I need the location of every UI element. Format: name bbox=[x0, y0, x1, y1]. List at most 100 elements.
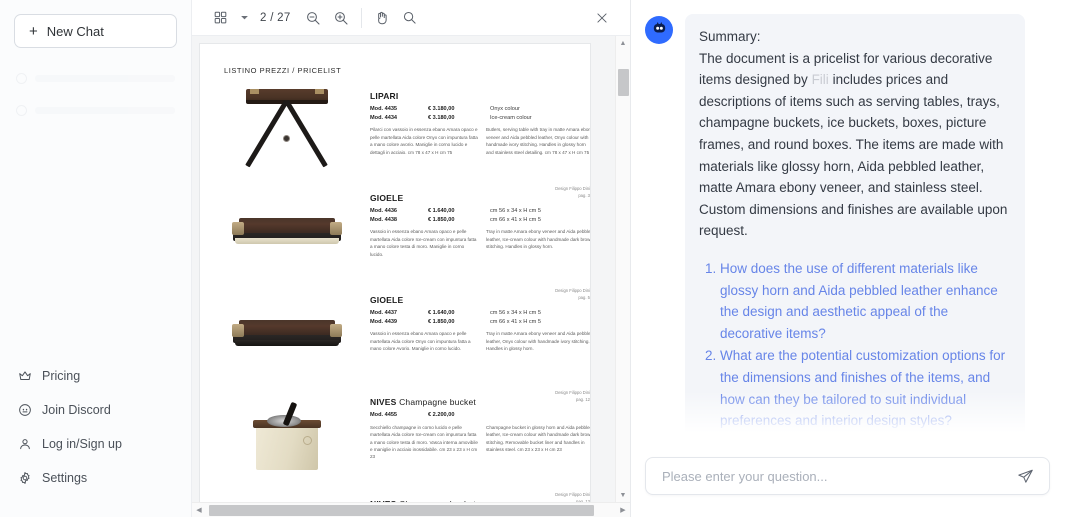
new-chat-button[interactable]: + New Chat bbox=[14, 14, 177, 48]
dimension: Onyx colour bbox=[490, 106, 520, 112]
chat-input-box[interactable] bbox=[645, 457, 1050, 495]
price: € 1.850,00 bbox=[428, 318, 455, 325]
dimension: cm 56 x 34 x H cm 5 bbox=[490, 208, 541, 214]
page-ref: pag. 5 bbox=[578, 295, 590, 301]
description-it: Vassoio in essenza ebano Amara opaco e p… bbox=[370, 331, 471, 352]
pdf-page-area[interactable]: LISTINO PREZZI / PRICELIST LIPARI Mod. 4… bbox=[192, 36, 615, 502]
chat-messages[interactable]: Summary: The document is a pricelist for… bbox=[631, 0, 1072, 449]
document-header: LISTINO PREZZI / PRICELIST bbox=[224, 66, 342, 75]
description-en: Tray in matte Amara ebony veneer and Aid… bbox=[486, 229, 590, 250]
search-icon[interactable] bbox=[396, 4, 424, 32]
chat-history-title-placeholder bbox=[35, 74, 175, 82]
design-credit: Design Filippo Dini pag. 3 bbox=[555, 185, 590, 199]
model-table: Mod. 4435 Mod. 4434 € 3.180,00 € 3.180,0… bbox=[370, 105, 590, 122]
sidebar-item-join-discord[interactable]: Join Discord bbox=[0, 393, 191, 427]
summary-text: Summary: The document is a pricelist for… bbox=[699, 26, 1011, 242]
product-image bbox=[212, 81, 362, 177]
suggested-question[interactable]: How does the use of different materials … bbox=[720, 258, 1011, 344]
summary-body: includes prices and descriptions of item… bbox=[699, 72, 1008, 239]
design-credit: Design Filippo Dini pag. 13 bbox=[555, 491, 590, 502]
app-root: + New Chat Pricing Join Discord Log in/S… bbox=[0, 0, 1072, 517]
grid-icon[interactable] bbox=[206, 4, 234, 32]
designer-name: Design Filippo Dini bbox=[555, 288, 590, 293]
redacted-designer-name: Fili bbox=[812, 67, 832, 92]
dimension: cm 66 x 41 x H cm 5 bbox=[490, 318, 541, 325]
model-code: Mod. 4439 bbox=[370, 318, 398, 325]
horizontal-scrollbar-thumb[interactable] bbox=[209, 505, 594, 516]
summary-line-1: The document is a pricelist for various … bbox=[699, 50, 993, 66]
product-row: Design Filippo Dini pag. 13 NIVES Champa… bbox=[212, 489, 590, 502]
dimension: Ice-cream colour bbox=[490, 114, 532, 121]
designer-name: Design Filippo Dini bbox=[555, 186, 590, 191]
send-icon[interactable] bbox=[1013, 464, 1037, 488]
page-ref: pag. 3 bbox=[578, 193, 590, 199]
product-info: Design Filippo Dini pag. 5 GIOELE Mod. 4… bbox=[362, 285, 590, 381]
chat-history-title-placeholder bbox=[35, 106, 175, 114]
product-name: LIPARI bbox=[370, 91, 399, 101]
pdf-toolbar: 2 / 27 bbox=[192, 0, 630, 36]
descriptions: Vassoio in essenza ebano Amara opaco e p… bbox=[370, 330, 590, 352]
sidebar-item-settings[interactable]: Settings bbox=[0, 461, 191, 495]
dimension: cm 66 x 41 x H cm 5 bbox=[490, 216, 541, 223]
vertical-scrollbar-thumb[interactable] bbox=[618, 69, 629, 96]
new-chat-label: New Chat bbox=[46, 23, 104, 39]
avatar bbox=[645, 16, 673, 44]
price: € 2.200,00 bbox=[428, 412, 455, 418]
pdf-horizontal-scrollbar[interactable]: ◀ ▶ bbox=[192, 502, 630, 517]
chat-composer bbox=[631, 449, 1072, 517]
price: € 1.640,00 bbox=[428, 208, 455, 214]
description-en: Butlers, serving table with tray in matt… bbox=[486, 127, 590, 155]
description-it: Pilarci con vassoio in essenza ebano Ama… bbox=[370, 127, 478, 155]
product-info: Design Filippo Dini pag. 12 NIVES Champa… bbox=[362, 387, 590, 483]
description-en: Champagne bucket in glossy horn and Aida… bbox=[486, 424, 590, 452]
descriptions: Pilarci con vassoio in essenza ebano Ama… bbox=[370, 126, 590, 156]
scroll-left-arrow-icon[interactable]: ◀ bbox=[192, 503, 206, 517]
scroll-right-arrow-icon[interactable]: ▶ bbox=[616, 503, 630, 517]
pdf-vertical-scrollbar[interactable]: ▲ ▼ bbox=[615, 36, 630, 502]
pdf-page: LISTINO PREZZI / PRICELIST LIPARI Mod. 4… bbox=[200, 44, 590, 502]
discord-icon bbox=[18, 403, 32, 417]
chat-panel: Summary: The document is a pricelist for… bbox=[631, 0, 1072, 517]
suggested-question[interactable]: What are the potential customization opt… bbox=[720, 345, 1011, 431]
zoom-out-icon[interactable] bbox=[299, 4, 327, 32]
price: € 1.640,00 bbox=[428, 310, 455, 316]
model-table: Mod. 4455 € 2.200,00 bbox=[370, 411, 590, 420]
model-code: Mod. 4435 bbox=[370, 106, 398, 112]
toolbar-divider bbox=[360, 7, 362, 28]
close-icon[interactable] bbox=[588, 4, 616, 32]
product-info: Design Filippo Dini pag. 13 NIVES Champa… bbox=[362, 489, 590, 502]
model-code: Mod. 4438 bbox=[370, 216, 398, 223]
price: € 3.180,00 bbox=[428, 114, 455, 121]
suggested-question[interactable]: How does the combination of traditional … bbox=[720, 433, 1011, 449]
summary-heading: Summary: bbox=[699, 29, 761, 44]
zoom-in-icon[interactable] bbox=[327, 4, 355, 32]
designer-name: Design Filippo Dini bbox=[555, 492, 590, 497]
description-it: Vassoio in essenza ebano Amara opaco e p… bbox=[370, 229, 477, 257]
scroll-down-arrow-icon[interactable]: ▼ bbox=[616, 488, 630, 502]
product-info: LIPARI Mod. 4435 Mod. 4434 € 3.180,00 € … bbox=[362, 81, 590, 177]
model-code: Mod. 4434 bbox=[370, 114, 398, 121]
chat-history-item[interactable] bbox=[10, 62, 181, 94]
hand-icon[interactable] bbox=[368, 4, 396, 32]
sidebar-item-pricing[interactable]: Pricing bbox=[0, 359, 191, 393]
price: € 3.180,00 bbox=[428, 106, 455, 112]
sidebar-nav: Pricing Join Discord Log in/Sign up Sett… bbox=[0, 359, 191, 517]
sidebar-item-login-signup[interactable]: Log in/Sign up bbox=[0, 427, 191, 461]
product-row: Design Filippo Dini pag. 12 NIVES Champa… bbox=[212, 387, 590, 483]
product-image bbox=[212, 387, 362, 483]
design-credit: Design Filippo Dini pag. 5 bbox=[555, 287, 590, 301]
scroll-up-arrow-icon[interactable]: ▲ bbox=[616, 36, 630, 50]
pdf-viewer: 2 / 27 LISTINO PREZZI / PRICELIST LIPARI… bbox=[192, 0, 631, 517]
sidebar-item-label: Join Discord bbox=[42, 402, 111, 417]
bot-avatar-icon bbox=[651, 19, 668, 41]
product-row: Design Filippo Dini pag. 3 GIOELE Mod. 4… bbox=[212, 183, 590, 279]
chat-input[interactable] bbox=[660, 467, 1013, 485]
message-bubble: Summary: The document is a pricelist for… bbox=[685, 14, 1025, 449]
chat-history-item[interactable] bbox=[10, 94, 181, 126]
product-row: LIPARI Mod. 4435 Mod. 4434 € 3.180,00 € … bbox=[212, 81, 590, 177]
sidebar-item-label: Settings bbox=[42, 470, 88, 485]
sidebar: + New Chat Pricing Join Discord Log in/S… bbox=[0, 0, 192, 517]
design-credit: Design Filippo Dini pag. 12 bbox=[555, 389, 590, 403]
chevron-down-icon[interactable] bbox=[234, 4, 254, 32]
